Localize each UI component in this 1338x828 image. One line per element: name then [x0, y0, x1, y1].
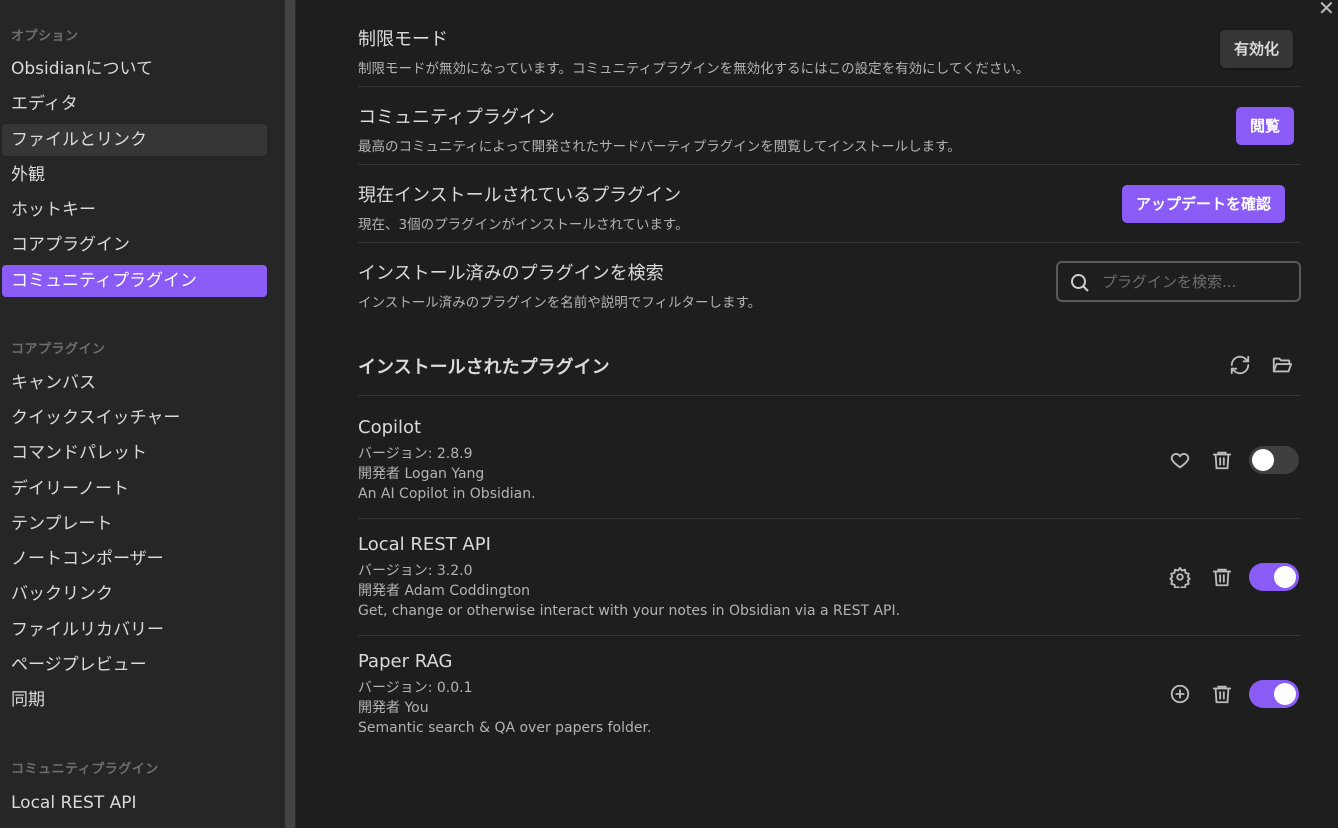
sidebar-item-canvas[interactable]: キャンバス	[2, 367, 267, 399]
divider	[358, 86, 1300, 87]
setting-name: コミュニティプラグイン	[358, 107, 555, 128]
sidebar-item-note-composer[interactable]: ノートコンポーザー	[2, 543, 267, 575]
trash-icon[interactable]	[1209, 681, 1235, 707]
toggle-knob	[1274, 566, 1296, 588]
setting-community-plugins: コミュニティプラグイン 最高のコミュニティによって開発されたサードパーティプラグ…	[358, 103, 1300, 155]
sidebar-item-editor[interactable]: エディタ	[2, 88, 267, 120]
toggle-knob	[1252, 449, 1274, 471]
divider	[358, 395, 1300, 396]
sidebar-item-file-recovery[interactable]: ファイルリカバリー	[2, 614, 267, 646]
plugin-name: Copilot	[358, 417, 422, 438]
plugin-description: Get, change or otherwise interact with y…	[358, 603, 901, 619]
sidebar-item-core-plugins[interactable]: コアプラグイン	[2, 229, 267, 261]
sidebar-item-templates[interactable]: テンプレート	[2, 508, 267, 540]
plugin-item-paper-rag: Paper RAG バージョン: 0.0.1 開発者 You Semantic …	[358, 651, 1300, 738]
sidebar-heading-options: オプション	[11, 29, 79, 44]
plugin-description: Semantic search & QA over papers folder.	[358, 720, 652, 736]
sidebar-item-quick-switcher[interactable]: クイックスイッチャー	[2, 402, 267, 434]
sidebar-item-sync[interactable]: 同期	[2, 684, 267, 716]
plugin-version: バージョン: 0.0.1	[358, 680, 473, 696]
sidebar-item-daily-notes[interactable]: デイリーノート	[2, 473, 267, 505]
plugin-version: バージョン: 2.8.9	[358, 446, 473, 462]
sidebar-item-backlinks[interactable]: バックリンク	[2, 578, 267, 610]
plugin-description: An AI Copilot in Obsidian.	[358, 486, 536, 502]
toggle-knob	[1274, 683, 1296, 705]
setting-description: 最高のコミュニティによって開発されたサードパーティプラグインを閲覧してインストー…	[358, 139, 961, 155]
divider	[358, 242, 1300, 243]
sidebar-heading-core-plugins: コアプラグイン	[11, 342, 106, 357]
sidebar-item-community-plugins[interactable]: コミュニティプラグイン	[2, 265, 267, 297]
sidebar-item-local-rest-api[interactable]: Local REST API	[2, 787, 267, 819]
plus-circle-icon[interactable]	[1167, 681, 1193, 707]
setting-name: 制限モード	[358, 29, 448, 50]
sidebar-heading-community-plugins: コミュニティプラグイン	[11, 762, 159, 777]
divider	[358, 635, 1300, 636]
setting-description: 制限モードが無効になっています。コミュニティプラグインを無効化するにはこの設定を…	[358, 61, 1030, 77]
sidebar-item-files-links[interactable]: ファイルとリンク	[2, 124, 267, 156]
plugin-toggle-paper-rag[interactable]	[1249, 680, 1299, 708]
settings-sidebar: オプション Obsidianについて エディタ ファイルとリンク 外観 ホットキ…	[0, 0, 284, 828]
heart-icon[interactable]	[1167, 447, 1193, 473]
browse-plugins-button[interactable]: 閲覧	[1236, 107, 1295, 145]
trash-icon[interactable]	[1209, 564, 1235, 590]
reload-plugins-icon[interactable]	[1227, 352, 1253, 378]
installed-plugins-heading: インストールされたプラグイン	[358, 357, 610, 378]
plugin-search-input[interactable]	[1102, 269, 1292, 295]
open-plugins-folder-icon[interactable]	[1269, 352, 1295, 378]
plugin-toggle-copilot[interactable]	[1249, 446, 1299, 474]
close-icon[interactable]: ✕	[1318, 0, 1335, 20]
plugin-author: 開発者 Adam Coddington	[358, 583, 531, 599]
plugin-search-box[interactable]	[1056, 261, 1301, 302]
divider	[358, 518, 1300, 519]
plugin-item-local-rest-api: Local REST API バージョン: 3.2.0 開発者 Adam Cod…	[358, 534, 1300, 621]
plugin-item-copilot: Copilot バージョン: 2.8.9 開発者 Logan Yang An A…	[358, 417, 1300, 504]
divider	[358, 164, 1300, 165]
sidebar-item-appearance[interactable]: 外観	[2, 159, 267, 191]
sidebar-scrollbar-thumb[interactable]	[285, 0, 295, 828]
plugin-author: 開発者 You	[358, 700, 429, 716]
sidebar-item-page-preview[interactable]: ページプレビュー	[2, 649, 267, 681]
enable-restricted-mode-button[interactable]: 有効化	[1220, 30, 1294, 68]
sidebar-item-command-palette[interactable]: コマンドパレット	[2, 437, 267, 469]
gear-icon[interactable]	[1167, 564, 1193, 590]
trash-icon[interactable]	[1209, 447, 1235, 473]
setting-restricted-mode: 制限モード 制限モードが無効になっています。コミュニティプラグインを無効化するに…	[358, 25, 1300, 77]
check-updates-button[interactable]: アップデートを確認	[1122, 185, 1286, 223]
plugin-author: 開発者 Logan Yang	[358, 466, 485, 482]
sidebar-item-about[interactable]: Obsidianについて	[2, 53, 267, 85]
sidebar-item-hotkeys[interactable]: ホットキー	[2, 194, 267, 226]
plugin-toggle-local-rest-api[interactable]	[1249, 563, 1299, 591]
search-icon	[1071, 274, 1089, 292]
plugin-name: Local REST API	[358, 534, 491, 555]
sidebar-scrollbar[interactable]	[284, 0, 296, 828]
plugin-version: バージョン: 3.2.0	[358, 563, 473, 579]
plugin-name: Paper RAG	[358, 651, 453, 672]
